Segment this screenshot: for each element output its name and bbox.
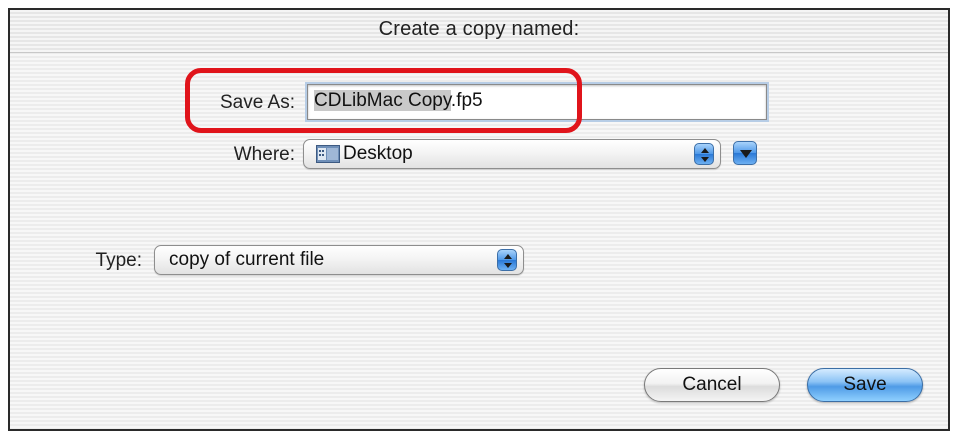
dialog-title: Create a copy named: [378, 18, 580, 40]
save-sheet: Create a copy named: Save As: CDLibMac C… [8, 8, 950, 431]
where-label: Where: [233, 144, 295, 165]
expand-disclosure-button[interactable] [733, 141, 757, 165]
dialog-window: Create a copy named: Save As: CDLibMac C… [0, 0, 958, 439]
dialog-titlebar: Create a copy named: [10, 10, 948, 53]
where-value: Desktop [343, 143, 413, 164]
type-label: Type: [95, 250, 142, 271]
annotation-highlight [185, 68, 582, 133]
type-stepper-icon [497, 249, 517, 271]
chevron-down-icon [740, 150, 752, 158]
type-popup[interactable]: copy of current file [154, 245, 524, 275]
type-value: copy of current file [169, 249, 325, 270]
where-stepper-icon [694, 143, 714, 165]
where-popup[interactable]: Desktop [303, 139, 721, 169]
cancel-button[interactable]: Cancel [644, 368, 780, 402]
desktop-folder-icon [316, 145, 340, 163]
save-button[interactable]: Save [807, 368, 923, 402]
